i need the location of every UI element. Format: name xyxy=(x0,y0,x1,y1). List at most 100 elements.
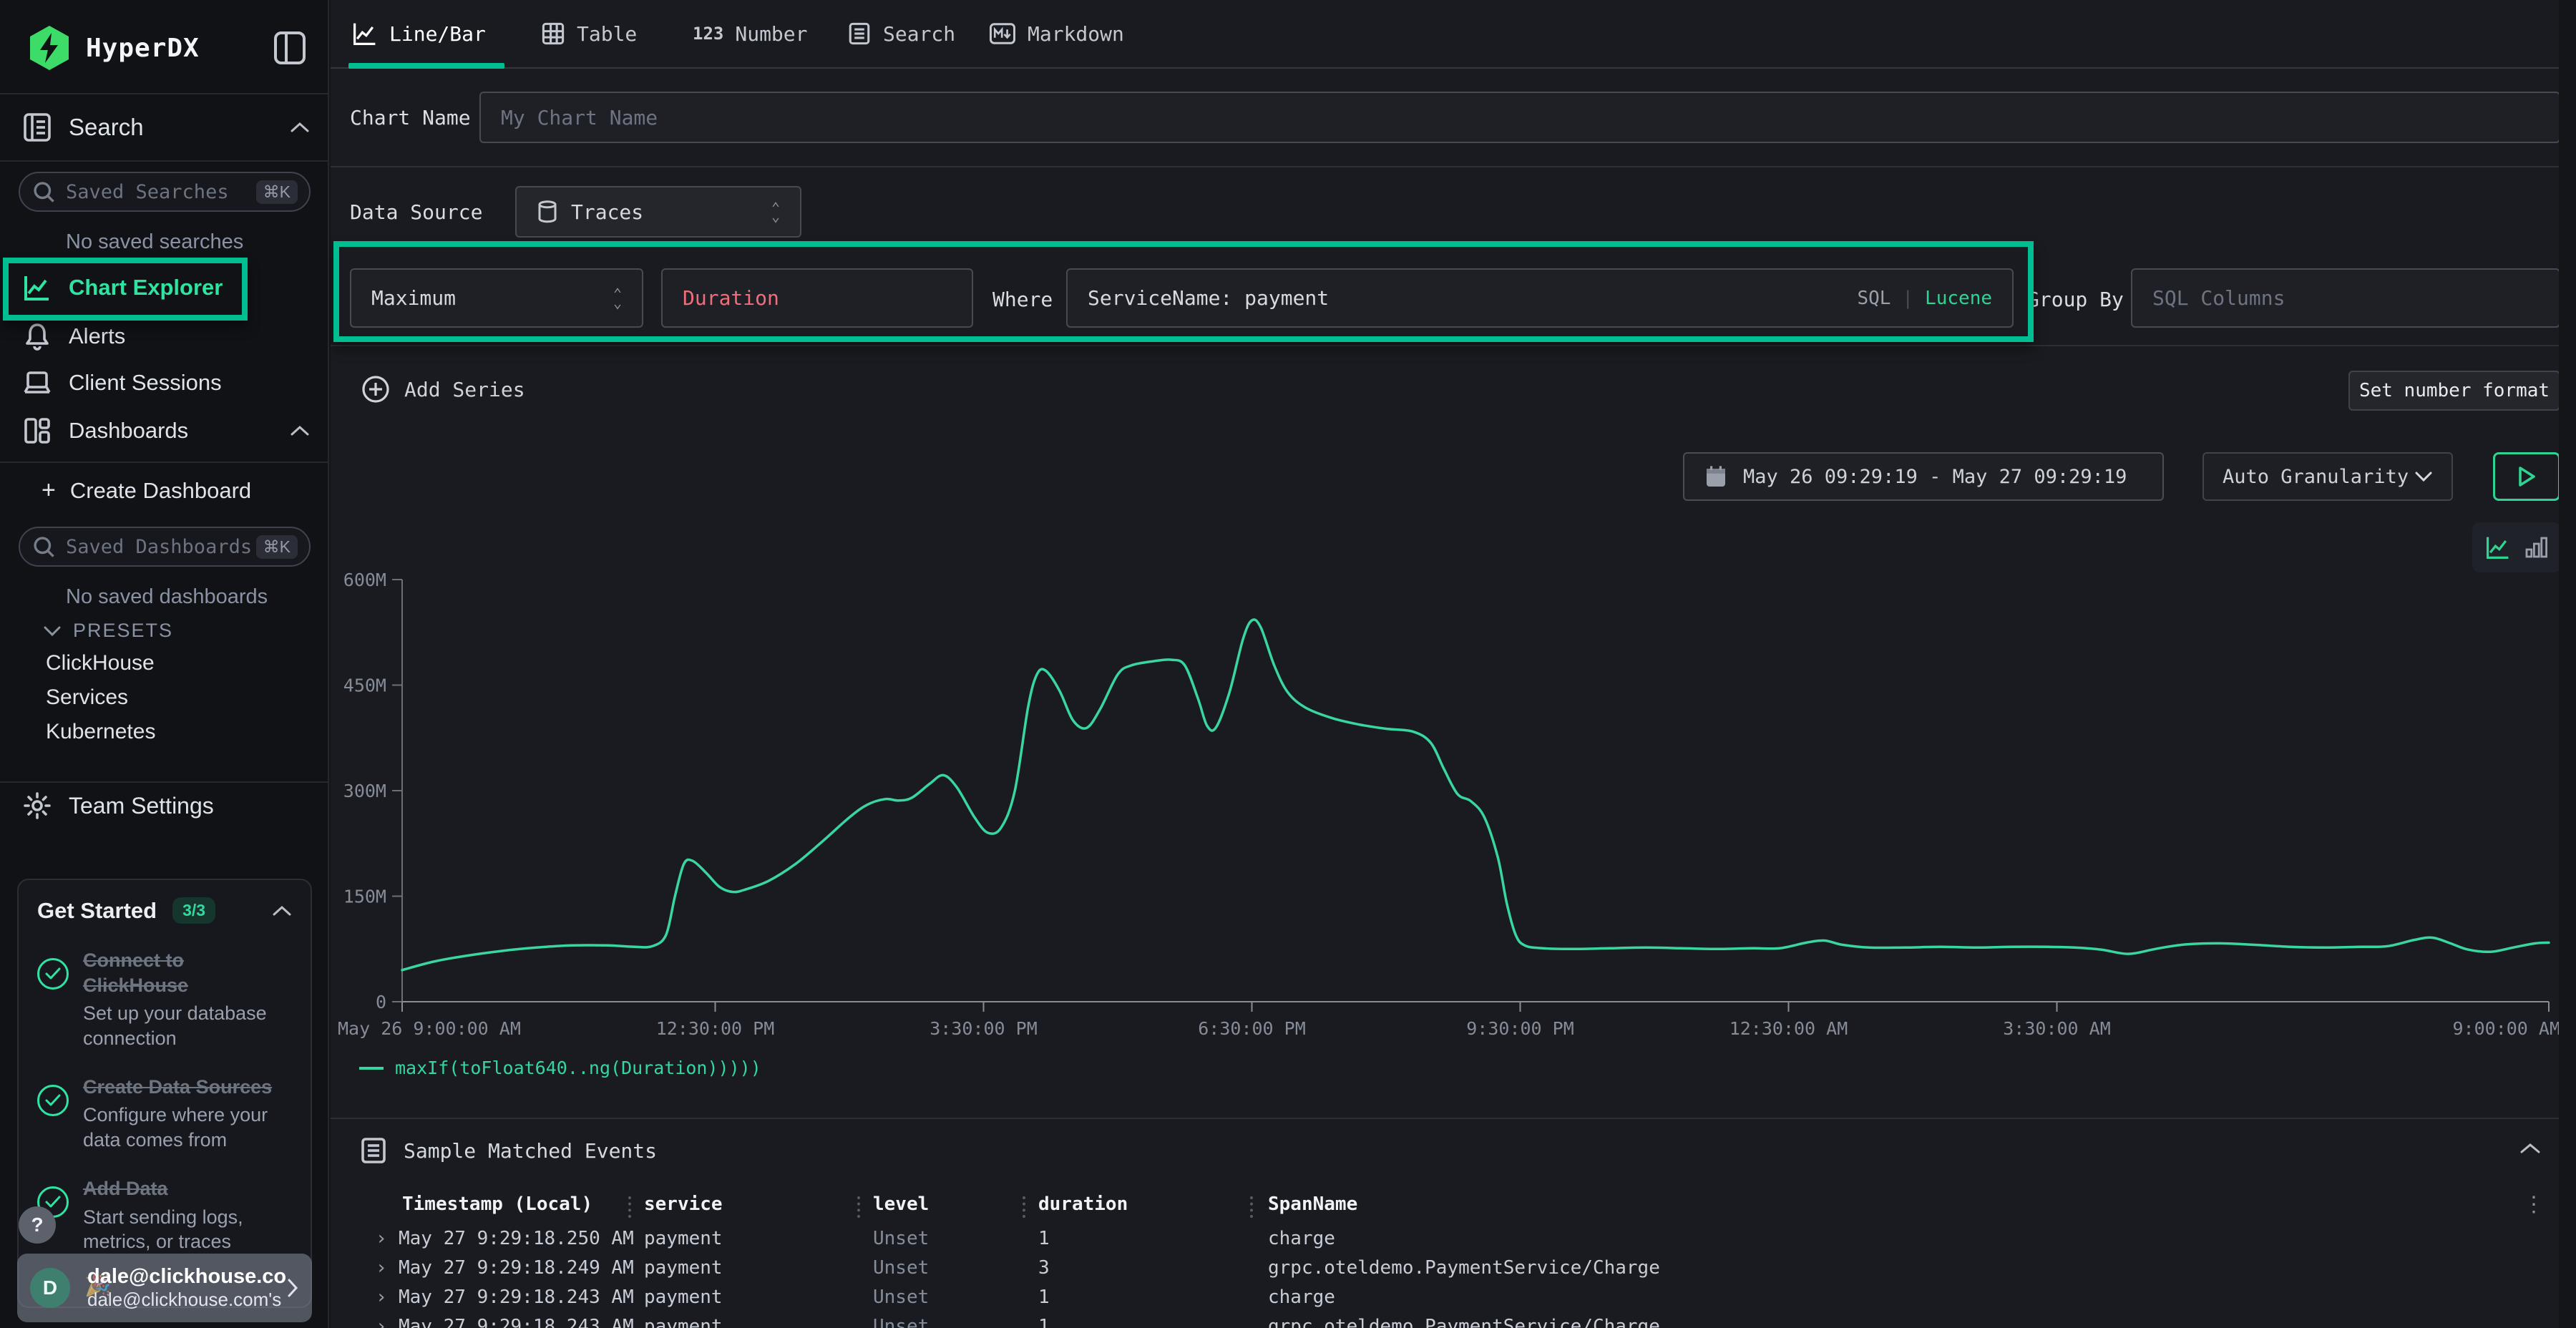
tab-line-bar[interactable]: Line/Bar xyxy=(352,0,486,67)
table-icon xyxy=(541,21,565,46)
plus-circle-icon xyxy=(361,375,390,404)
chart-name-input[interactable]: My Chart Name xyxy=(479,92,2560,143)
granularity-select[interactable]: Auto Granularity xyxy=(2202,452,2453,501)
user-sub-text: dale@clickhouse.com's xyxy=(87,1289,286,1311)
chevron-up-icon xyxy=(289,121,311,134)
svg-text:3:30:00 PM: 3:30:00 PM xyxy=(930,1018,1038,1039)
col-duration[interactable]: duration xyxy=(1038,1193,1128,1215)
saved-dashboards-input[interactable]: Saved Dashboards ⌘K xyxy=(19,527,311,567)
col-timestamp[interactable]: Timestamp (Local) xyxy=(402,1193,592,1215)
list-document-icon xyxy=(847,21,872,46)
hyperdx-logo-icon xyxy=(29,26,70,70)
row-expand-chevron[interactable]: › xyxy=(376,1286,387,1308)
svg-text:450M: 450M xyxy=(343,675,386,696)
get-started-item[interactable]: Create Data Sources Configure where your… xyxy=(37,1075,292,1152)
column-resize-handle[interactable] xyxy=(628,1196,631,1218)
sidebar-section-dashboards[interactable]: Dashboards xyxy=(21,416,311,445)
table-row[interactable]: › May 27 9:29:18.249 AM payment Unset 3 … xyxy=(331,1257,2559,1286)
legend-series-name: maxIf(toFloat640..ng(Duration))))) xyxy=(395,1058,761,1078)
app-title: HyperDX xyxy=(86,34,200,63)
row-expand-chevron[interactable]: › xyxy=(376,1316,387,1328)
chevron-up-icon[interactable] xyxy=(272,905,292,917)
user-email: dale@clickhouse.com xyxy=(87,1265,286,1289)
field-input[interactable]: Duration xyxy=(661,268,973,328)
svg-text:600M: 600M xyxy=(343,570,386,590)
sidebar-section-search[interactable]: Search xyxy=(21,112,311,143)
row-expand-chevron[interactable]: › xyxy=(376,1228,387,1249)
sidebar-item-alerts[interactable]: Alerts xyxy=(21,322,125,351)
preset-clickhouse[interactable]: ClickHouse xyxy=(46,651,155,675)
create-dashboard-button[interactable]: + Create Dashboard xyxy=(42,477,251,504)
gear-icon xyxy=(21,791,53,820)
saved-searches-input[interactable]: Saved Searches ⌘K xyxy=(19,172,311,212)
row-expand-chevron[interactable]: › xyxy=(376,1257,387,1279)
number-123-icon: 123 xyxy=(693,24,723,44)
table-row[interactable]: › May 27 9:29:18.243 AM payment Unset 1 … xyxy=(331,1316,2559,1328)
sidebar: HyperDX Search Saved Searches xyxy=(0,0,329,1328)
get-started-item[interactable]: Connect to ClickHouse Set up your databa… xyxy=(37,948,292,1050)
user-menu[interactable]: D dale@clickhouse.com dale@clickhouse.co… xyxy=(17,1254,312,1322)
legend-line-swatch xyxy=(359,1067,384,1070)
run-query-button[interactable] xyxy=(2493,452,2560,501)
svg-text:May 26 9:00:00 AM: May 26 9:00:00 AM xyxy=(338,1018,521,1039)
events-collapse-chevron-icon[interactable] xyxy=(2519,1142,2542,1155)
aggregation-select[interactable]: Maximum ⌃⌄ xyxy=(350,268,643,328)
svg-text:6:30:00 PM: 6:30:00 PM xyxy=(1198,1018,1306,1039)
get-started-card: Get Started 3/3 Connect to ClickHouse Se… xyxy=(17,879,312,1308)
sidebar-collapse-icon[interactable] xyxy=(273,30,306,66)
svg-text:0: 0 xyxy=(376,992,386,1012)
table-row[interactable]: › May 27 9:29:18.250 AM payment Unset 1 … xyxy=(331,1228,2559,1257)
line-chart-icon xyxy=(352,21,378,47)
field-value: Duration xyxy=(683,286,779,310)
svg-text:9:30:00 PM: 9:30:00 PM xyxy=(1466,1018,1574,1039)
sidebar-item-client-sessions[interactable]: Client Sessions xyxy=(21,369,222,396)
col-spanname[interactable]: SpanName xyxy=(1268,1193,1357,1215)
tab-table[interactable]: Table xyxy=(541,0,637,67)
plus-icon: + xyxy=(42,477,56,504)
col-service[interactable]: service xyxy=(644,1193,723,1215)
group-by-input[interactable]: SQL Columns xyxy=(2131,268,2560,328)
get-started-item[interactable]: Add Data Start sending logs, metrics, or… xyxy=(37,1176,292,1254)
data-source-label: Data Source xyxy=(350,200,482,224)
select-updown-icon: ⌃⌄ xyxy=(613,289,622,307)
table-row[interactable]: › May 27 9:29:18.243 AM payment Unset 1 … xyxy=(331,1286,2559,1316)
sql-toggle[interactable]: SQL xyxy=(1857,288,1890,309)
where-input[interactable]: ServiceName: payment SQL | Lucene xyxy=(1066,268,2014,328)
tab-search[interactable]: Search xyxy=(847,0,955,67)
select-updown-icon: ⌃⌄ xyxy=(771,203,780,221)
svg-text:150M: 150M xyxy=(343,887,386,907)
date-range-picker[interactable]: May 26 09:29:19 - May 27 09:29:19 xyxy=(1683,452,2164,501)
svg-text:12:30:00 PM: 12:30:00 PM xyxy=(656,1018,775,1039)
column-resize-handle[interactable] xyxy=(857,1196,860,1218)
data-source-select[interactable]: Traces ⌃⌄ xyxy=(515,186,801,238)
chevron-up-icon xyxy=(289,424,311,437)
preset-services[interactable]: Services xyxy=(46,685,128,710)
col-level[interactable]: level xyxy=(873,1193,929,1215)
help-button[interactable]: ? xyxy=(19,1206,56,1244)
get-started-badge: 3/3 xyxy=(172,897,215,924)
scroll-gutter xyxy=(2559,0,2576,1328)
tab-markdown[interactable]: Markdown xyxy=(989,0,1124,67)
sidebar-item-team-settings[interactable]: Team Settings xyxy=(21,791,214,820)
tab-number[interactable]: 123 Number xyxy=(693,0,808,67)
lucene-toggle[interactable]: Lucene xyxy=(1925,288,1992,309)
kbd-shortcut: ⌘K xyxy=(256,180,298,204)
bell-icon xyxy=(21,322,53,351)
column-resize-handle[interactable] xyxy=(1023,1196,1025,1218)
events-panel-title: Sample Matched Events xyxy=(404,1139,657,1163)
kebab-menu-icon[interactable]: ⋮ xyxy=(2523,1192,2545,1217)
avatar: D xyxy=(30,1268,70,1308)
active-tab-underline xyxy=(348,63,504,69)
sidebar-item-chart-explorer[interactable]: Chart Explorer xyxy=(21,273,223,302)
list-document-icon xyxy=(359,1136,388,1165)
add-series-button[interactable]: Add Series xyxy=(361,375,525,404)
timeseries-chart[interactable]: 0 150M 300M 450M 600M May 26 9:00:00 AM 12:30:… xyxy=(338,515,2560,1045)
column-resize-handle[interactable] xyxy=(1250,1196,1253,1218)
svg-text:300M: 300M xyxy=(343,781,386,801)
search-icon xyxy=(31,534,56,559)
presets-toggle[interactable]: PRESETS xyxy=(43,620,173,642)
play-icon xyxy=(2517,466,2536,487)
set-number-format-button[interactable]: Set number format xyxy=(2348,371,2560,411)
preset-kubernetes[interactable]: Kubernetes xyxy=(46,720,155,744)
chart-legend: maxIf(toFloat640..ng(Duration))))) xyxy=(359,1058,761,1078)
